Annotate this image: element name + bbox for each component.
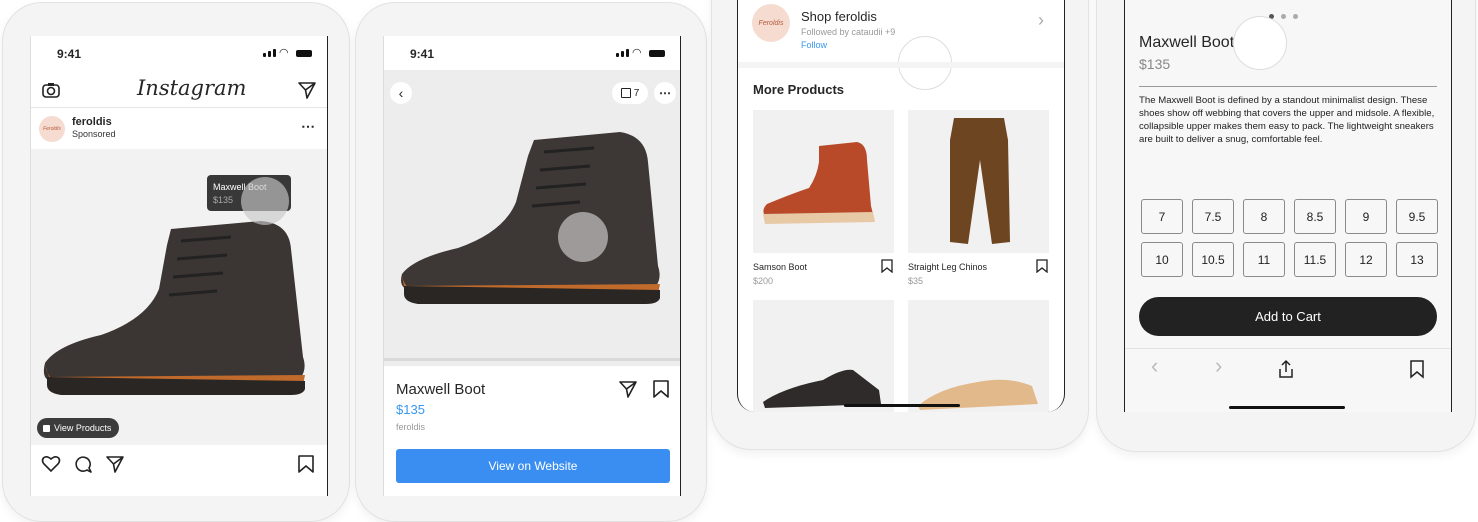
shop-title: Shop feroldis xyxy=(801,9,877,24)
browser-toolbar: ‹ › xyxy=(1125,348,1451,412)
like-icon[interactable] xyxy=(41,454,61,474)
save-icon[interactable] xyxy=(881,259,893,273)
signal-icon xyxy=(616,49,629,57)
product-image-samson-boot xyxy=(763,142,875,224)
view-products-label: View Products xyxy=(54,423,112,433)
product-price: $135 xyxy=(1139,56,1171,72)
product-title: Maxwell Boot xyxy=(1139,34,1235,51)
divider xyxy=(1139,86,1437,87)
phone-frame-3: Feroldis Shop feroldis Followed by catau… xyxy=(711,0,1089,450)
wifi-icon: ◠ xyxy=(279,47,289,59)
direct-message-icon[interactable] xyxy=(297,80,317,100)
battery-icon xyxy=(296,50,312,57)
shopping-bag-icon xyxy=(43,424,50,432)
status-time: 9:41 xyxy=(410,47,435,61)
phone-frame-2: 9:41 ◠ ‹ 7 ⋯ Maxwell Boot $135 feroldis xyxy=(355,2,707,522)
size-option[interactable]: 8 xyxy=(1243,199,1285,234)
view-on-website-label: View on Website xyxy=(488,459,578,473)
product-name[interactable]: Straight Leg Chinos xyxy=(908,262,987,272)
size-option[interactable]: 13 xyxy=(1396,242,1438,277)
save-icon[interactable] xyxy=(297,454,315,474)
home-indicator xyxy=(1229,406,1345,409)
product-price: $200 xyxy=(753,276,774,286)
product-card[interactable] xyxy=(753,300,894,412)
size-option[interactable]: 7 xyxy=(1141,199,1183,234)
browser-bookmark-icon[interactable] xyxy=(1409,359,1425,379)
status-time: 9:41 xyxy=(57,47,82,61)
product-image-chinos xyxy=(950,118,1010,244)
product-card[interactable] xyxy=(908,300,1049,412)
tap-indicator xyxy=(558,212,608,262)
tap-indicator xyxy=(241,177,289,225)
divider xyxy=(738,62,1064,68)
product-price: $135 xyxy=(396,402,425,417)
wifi-icon: ◠ xyxy=(632,47,642,59)
divider xyxy=(31,107,327,108)
seller-name[interactable]: feroldis xyxy=(396,422,425,432)
more-options-button[interactable]: ⋯ xyxy=(654,82,676,104)
signal-icon xyxy=(263,49,276,57)
tap-indicator xyxy=(1233,16,1287,70)
size-option[interactable]: 12 xyxy=(1345,242,1387,277)
size-option[interactable]: 11.5 xyxy=(1294,242,1336,277)
product-image: ‹ 7 ⋯ xyxy=(384,70,680,366)
more-options-icon[interactable]: ⋯ xyxy=(301,118,315,135)
size-option[interactable]: 9 xyxy=(1345,199,1387,234)
product-tag-price: $135 xyxy=(213,195,234,205)
screen-instagram-feed: 9:41 ◠ Instagram Feroldis feroldis Spons… xyxy=(30,36,328,496)
product-name[interactable]: Samson Boot xyxy=(753,262,807,272)
phone-frame-1: 9:41 ◠ Instagram Feroldis feroldis Spons… xyxy=(2,2,350,522)
product-card[interactable] xyxy=(908,110,1049,253)
post-image[interactable]: Maxwell Boot $135 View Products xyxy=(31,149,327,445)
product-price: $35 xyxy=(908,276,924,286)
shopping-bag-icon xyxy=(620,88,631,98)
follow-link[interactable]: Follow xyxy=(801,40,827,50)
size-option[interactable]: 9.5 xyxy=(1396,199,1438,234)
browser-back-icon[interactable]: ‹ xyxy=(1151,353,1158,379)
size-option[interactable]: 7.5 xyxy=(1192,199,1234,234)
shopping-bag-button[interactable]: 7 xyxy=(612,82,648,104)
product-title: Maxwell Boot xyxy=(396,381,486,398)
share-icon[interactable] xyxy=(105,454,125,474)
size-option[interactable]: 10 xyxy=(1141,242,1183,277)
screen-shop: Feroldis Shop feroldis Followed by catau… xyxy=(737,0,1065,412)
boot-image xyxy=(384,132,680,361)
view-products-button[interactable]: View Products xyxy=(37,418,120,438)
save-icon[interactable] xyxy=(652,379,670,399)
product-image-sandal xyxy=(918,379,1038,410)
battery-icon xyxy=(649,50,665,57)
camera-icon[interactable] xyxy=(41,80,61,100)
browser-share-icon[interactable] xyxy=(1277,359,1295,379)
add-to-cart-label: Add to Cart xyxy=(1255,309,1321,324)
share-icon[interactable] xyxy=(618,379,638,399)
screen-product-detail: 9:41 ◠ ‹ 7 ⋯ Maxwell Boot $135 feroldis xyxy=(383,36,681,496)
add-to-cart-button[interactable]: Add to Cart xyxy=(1139,297,1437,336)
chevron-right-icon[interactable]: › xyxy=(1038,10,1044,31)
section-title: More Products xyxy=(753,82,845,97)
size-option[interactable]: 8.5 xyxy=(1294,199,1336,234)
size-option[interactable]: 11 xyxy=(1243,242,1285,277)
avatar[interactable]: Feroldis xyxy=(39,116,65,142)
save-icon[interactable] xyxy=(1036,259,1048,273)
bag-count: 7 xyxy=(633,87,640,99)
home-indicator xyxy=(844,404,960,407)
sponsored-label: Sponsored xyxy=(72,129,116,139)
shop-avatar[interactable]: Feroldis xyxy=(752,4,790,42)
product-card[interactable] xyxy=(753,110,894,253)
size-option[interactable]: 10.5 xyxy=(1192,242,1234,277)
carousel-dots xyxy=(1269,14,1298,19)
followed-by: Followed by cataudii +9 xyxy=(801,27,896,37)
view-on-website-button[interactable]: View on Website xyxy=(396,449,670,483)
comment-icon[interactable] xyxy=(73,454,93,474)
product-image-loafer xyxy=(763,369,881,408)
account-name[interactable]: feroldis xyxy=(72,116,112,128)
product-description: The Maxwell Boot is defined by a standou… xyxy=(1139,95,1435,145)
phone-frame-4: Maxwell Boot $135 The Maxwell Boot is de… xyxy=(1096,0,1476,452)
back-button[interactable]: ‹ xyxy=(390,82,412,104)
browser-forward-icon[interactable]: › xyxy=(1215,353,1222,379)
screen-website-product: Maxwell Boot $135 The Maxwell Boot is de… xyxy=(1124,0,1452,412)
app-title: Instagram xyxy=(137,76,247,100)
